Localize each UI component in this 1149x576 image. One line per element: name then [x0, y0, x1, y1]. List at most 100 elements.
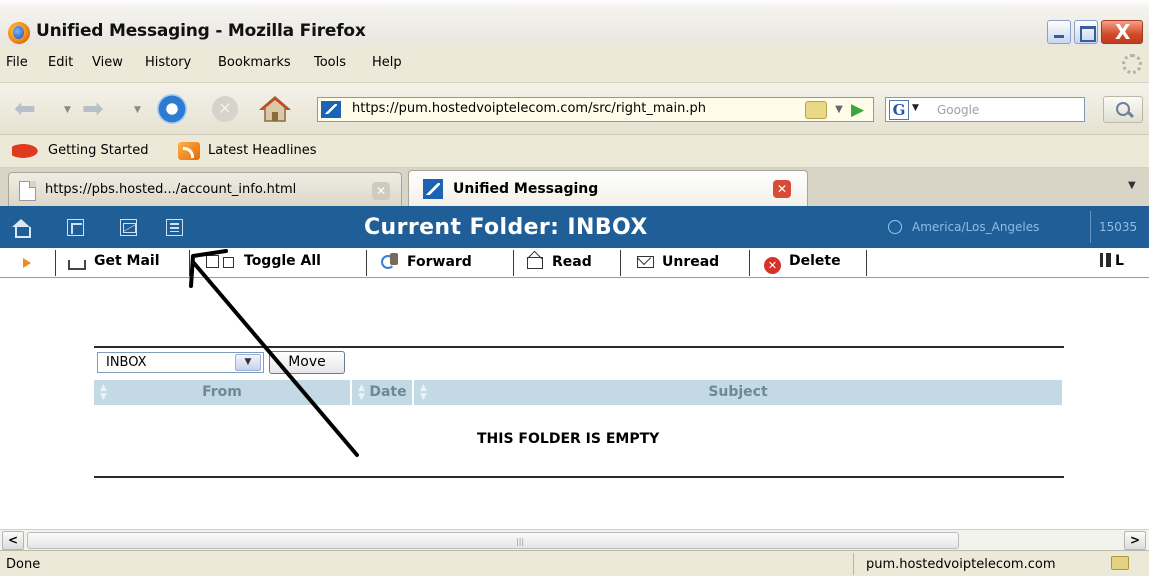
delete-icon: ✕	[764, 257, 781, 274]
closed-envelope-icon	[636, 253, 654, 269]
forward-label: Forward	[407, 254, 472, 270]
toolbar-divider	[620, 250, 621, 276]
getting-started-icon	[12, 143, 40, 159]
menu-edit[interactable]: Edit	[48, 55, 73, 70]
menu-help[interactable]: Help	[372, 55, 402, 70]
firefox-logo-icon	[8, 22, 30, 44]
status-text: Done	[6, 557, 41, 572]
search-engine-icon[interactable]: G	[889, 100, 909, 120]
maximize-button[interactable]	[1074, 20, 1098, 44]
bookmark-getting-started[interactable]: Getting Started	[48, 143, 149, 158]
toolbar-divider	[749, 250, 750, 276]
message-list-area: INBOX ▼ Move ▲ ▼ From ▲ ▼ Date ▲ ▼ Subject …	[0, 279, 1149, 529]
tab-close-icon[interactable]: ✕	[773, 180, 791, 198]
column-subject[interactable]: ▲ ▼ Subject	[414, 380, 1062, 405]
horizontal-scrollbar[interactable]: < ||| >	[0, 529, 1149, 550]
grip-icon: |||	[516, 537, 525, 546]
tab-unified-messaging[interactable]: Unified Messaging ✕	[408, 170, 808, 206]
logout-label: L	[1115, 253, 1124, 269]
tab-account-info[interactable]: https://pbs.hosted.../account_info.html …	[8, 172, 402, 206]
home-icon[interactable]	[259, 95, 291, 123]
compose-icon[interactable]	[67, 219, 84, 236]
bookmark-latest-headlines[interactable]: Latest Headlines	[208, 143, 317, 158]
folder-select[interactable]: INBOX ▼	[97, 352, 264, 373]
delete-button[interactable]: ✕ Delete	[764, 253, 841, 274]
scroll-thumb[interactable]: |||	[27, 532, 959, 549]
forward-button-icon[interactable]: ➡	[82, 96, 104, 122]
logout-icon	[1103, 253, 1111, 267]
page-icon	[19, 181, 36, 201]
timezone-link[interactable]: America/Los_Angeles	[912, 220, 1039, 234]
bookmarks-toolbar: Getting Started Latest Headlines	[0, 135, 1149, 168]
checkbox-checked-icon	[206, 255, 219, 268]
delete-label: Delete	[789, 253, 841, 269]
clock-icon	[888, 220, 902, 234]
inbox-tray-icon	[68, 260, 86, 270]
unread-button[interactable]: Unread	[636, 253, 719, 273]
ssl-lock-icon[interactable]	[1111, 556, 1129, 570]
stop-icon[interactable]: ✕	[212, 96, 238, 122]
tab-strip: https://pbs.hosted.../account_info.html …	[0, 168, 1149, 206]
url-history-dropdown-icon[interactable]: ▼	[831, 99, 847, 120]
window-title-bar: Unified Messaging - Mozilla Firefox X	[0, 0, 1149, 46]
menu-view[interactable]: View	[92, 55, 123, 70]
status-divider	[853, 553, 854, 575]
scroll-left-icon[interactable]: <	[2, 531, 24, 550]
menu-history[interactable]: History	[145, 55, 191, 70]
go-arrow-icon[interactable]: ▶	[851, 100, 864, 120]
tab-label: https://pbs.hosted.../account_info.html	[45, 182, 297, 197]
search-button[interactable]	[1103, 96, 1143, 123]
close-window-button[interactable]: X	[1101, 20, 1143, 44]
top-divider	[94, 346, 1064, 348]
mail-icon[interactable]	[120, 219, 137, 236]
menu-tools[interactable]: Tools	[314, 55, 346, 70]
list-icon[interactable]	[166, 219, 183, 236]
open-envelope-icon	[526, 253, 544, 269]
tab-label: Unified Messaging	[453, 181, 599, 197]
move-button[interactable]: Move	[269, 351, 345, 374]
get-mail-button[interactable]: Get Mail	[68, 253, 160, 273]
toolbar-divider	[366, 250, 367, 276]
throbber-icon	[1122, 54, 1142, 74]
back-history-dropdown-icon[interactable]: ▼	[64, 105, 71, 115]
bottom-divider	[94, 476, 1064, 478]
read-button[interactable]: Read	[526, 253, 592, 273]
reload-icon[interactable]	[157, 94, 187, 124]
tab-list-dropdown-icon[interactable]: ▼	[1128, 180, 1136, 191]
logout-button[interactable]: L	[1103, 253, 1124, 269]
column-from[interactable]: ▲ ▼ From	[94, 380, 352, 405]
status-host: pum.hostedvoiptelecom.com	[866, 557, 1056, 572]
search-engine-dropdown-icon[interactable]: ▼	[912, 103, 919, 113]
home-icon[interactable]	[12, 219, 31, 238]
navigation-toolbar: ⬅ ▼ ➡ ▼ ✕ https://pum.hostedvoiptelecom.…	[0, 83, 1149, 135]
column-subject-label: Subject	[708, 384, 768, 400]
chevron-down-icon[interactable]: ▼	[235, 354, 261, 371]
get-mail-label: Get Mail	[94, 253, 160, 269]
read-label: Read	[552, 254, 592, 270]
ssl-lock-icon[interactable]	[805, 101, 827, 119]
rss-feed-icon	[178, 142, 200, 160]
menu-file[interactable]: File	[6, 55, 28, 70]
minimize-button[interactable]	[1047, 20, 1071, 44]
checkbox-unchecked-icon	[223, 257, 234, 268]
url-bar[interactable]: https://pum.hostedvoiptelecom.com/src/ri…	[317, 97, 874, 122]
expand-arrow-icon[interactable]	[23, 258, 31, 268]
status-bar: Done pum.hostedvoiptelecom.com	[0, 550, 1149, 576]
back-button-icon[interactable]: ⬅	[14, 96, 36, 122]
menu-bookmarks[interactable]: Bookmarks	[218, 55, 291, 70]
column-from-label: From	[202, 384, 242, 400]
tab-close-icon[interactable]: ✕	[372, 182, 390, 200]
forward-button[interactable]: Forward	[381, 253, 472, 273]
scroll-right-icon[interactable]: >	[1124, 531, 1146, 550]
window-title: Unified Messaging - Mozilla Firefox	[36, 21, 366, 41]
column-date[interactable]: ▲ ▼ Date	[352, 380, 414, 405]
toolbar-divider	[189, 250, 190, 276]
search-box[interactable]: G ▼ Google	[885, 97, 1085, 122]
toolbar-divider	[55, 250, 56, 276]
header-divider	[1090, 211, 1091, 243]
folder-select-value: INBOX	[106, 355, 147, 370]
toggle-all-button[interactable]: Toggle All	[206, 253, 321, 273]
toggle-all-label: Toggle All	[244, 253, 321, 269]
forward-history-dropdown-icon[interactable]: ▼	[134, 105, 141, 115]
toolbar-divider	[866, 250, 867, 276]
